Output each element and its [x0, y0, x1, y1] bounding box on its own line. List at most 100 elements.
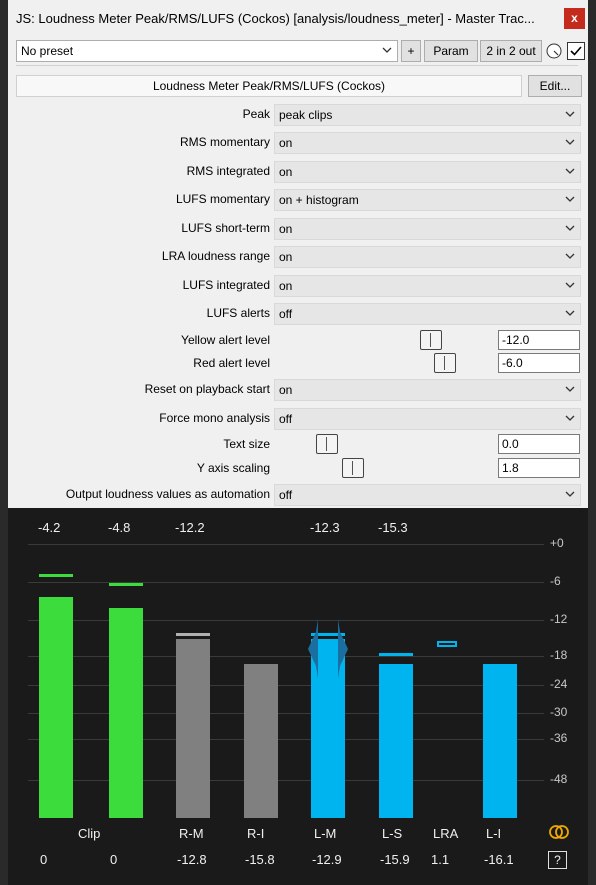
loudness-meter-display: +0 -6 -12 -18 -24 -30 -36 -48 -4.2 0 -4.8 0 -12.2 R-M… — [8, 508, 588, 885]
param-label: LUFS momentary — [175, 192, 270, 206]
param-label: RMS momentary — [179, 135, 270, 149]
edit-button[interactable]: Edit... — [528, 75, 582, 97]
add-preset-button[interactable]: + — [401, 40, 421, 62]
channel-value: -15.9 — [380, 852, 410, 867]
channel-peak-value: -4.8 — [108, 520, 131, 535]
param-dropdown[interactable]: off — [274, 484, 581, 506]
channel-value: 0 — [40, 852, 48, 867]
param-slider-thumb[interactable] — [434, 353, 456, 373]
param-slider-thumb[interactable] — [420, 330, 442, 350]
channel-peak-value: -12.2 — [175, 520, 205, 535]
param-dropdown[interactable]: on — [274, 218, 581, 240]
chevron-down-icon — [563, 191, 577, 207]
channel-label: LRA — [433, 826, 459, 841]
chevron-down-icon — [563, 134, 577, 150]
scale-gridline — [28, 739, 544, 740]
param-dropdown[interactable]: off — [274, 303, 581, 325]
param-value-input[interactable]: -12.0 — [498, 330, 580, 350]
param-label: Output loudness values as automation — [65, 487, 270, 501]
channel-peak-value: -15.3 — [378, 520, 408, 535]
enable-checkbox[interactable] — [567, 42, 585, 60]
io-routing-button[interactable]: 2 in 2 out — [480, 40, 542, 62]
scale-label: -24 — [550, 677, 568, 691]
meter-peak-marker — [379, 652, 413, 656]
param-value-input[interactable]: 1.8 — [498, 458, 580, 478]
scale-label: +0 — [550, 536, 564, 550]
param-dropdown-value: on — [279, 279, 293, 293]
channel-label: R-I — [247, 826, 265, 841]
scale-gridline — [28, 582, 544, 583]
param-button[interactable]: Param — [424, 40, 478, 62]
param-dropdown[interactable]: off — [274, 408, 581, 430]
toolbar-separator — [16, 65, 578, 66]
param-dropdown-value: on — [279, 383, 293, 397]
meter-bar — [39, 596, 73, 818]
param-label: LUFS alerts — [206, 306, 270, 320]
preset-dropdown[interactable]: No preset — [16, 40, 398, 62]
scale-gridline — [28, 544, 544, 545]
chevron-down-icon — [563, 106, 577, 122]
param-label: Force mono analysis — [159, 411, 270, 425]
bypass-knob-icon[interactable] — [545, 42, 563, 60]
channel-label: L-S — [382, 826, 403, 841]
help-button[interactable]: ? — [548, 851, 567, 869]
meter-peak-marker — [176, 633, 210, 637]
scale-gridline — [28, 713, 544, 714]
param-dropdown[interactable]: on — [274, 275, 581, 297]
chevron-down-icon — [563, 220, 577, 236]
chevron-down-icon — [563, 163, 577, 179]
scale-label: -36 — [550, 731, 568, 745]
meter-bar — [244, 664, 278, 818]
param-dropdown-value: on — [279, 165, 293, 179]
close-button[interactable]: x — [564, 8, 585, 29]
param-dropdown[interactable]: on — [274, 132, 581, 154]
param-dropdown[interactable]: on — [274, 161, 581, 183]
meter-peak-marker — [39, 574, 73, 578]
param-slider-thumb[interactable] — [316, 434, 338, 454]
link-rings-icon[interactable] — [548, 824, 570, 840]
param-dropdown[interactable]: on — [274, 246, 581, 268]
param-dropdown[interactable]: on + histogram — [274, 189, 581, 211]
param-dropdown-value: off — [279, 412, 293, 426]
meter-peak-marker — [109, 582, 143, 586]
param-value-text: -12.0 — [502, 333, 530, 347]
chevron-down-icon — [563, 410, 577, 426]
param-label: Text size — [223, 437, 270, 451]
scale-gridline — [28, 620, 544, 621]
channel-value: -15.8 — [245, 852, 275, 867]
channel-value: -12.9 — [312, 852, 342, 867]
channel-value: 0 — [110, 852, 118, 867]
scale-label: -30 — [550, 705, 568, 719]
checkmark-icon — [570, 46, 582, 56]
param-value-input[interactable]: 0.0 — [498, 434, 580, 454]
clip-label: Clip — [78, 826, 101, 841]
scale-label: -18 — [550, 648, 568, 662]
channel-label: L-M — [314, 826, 337, 841]
chevron-down-icon — [563, 381, 577, 397]
param-dropdown-value: on — [279, 222, 293, 236]
chevron-down-icon — [563, 277, 577, 293]
param-value-text: -6.0 — [502, 356, 523, 370]
chevron-down-icon — [563, 305, 577, 321]
scale-gridline — [28, 780, 544, 781]
param-slider-thumb[interactable] — [342, 458, 364, 478]
param-value-input[interactable]: -6.0 — [498, 353, 580, 373]
param-label: Peak — [242, 107, 270, 121]
lra-range-marker — [437, 641, 457, 647]
preset-value: No preset — [21, 44, 74, 58]
meter-bar — [379, 664, 413, 818]
channel-value: -12.8 — [177, 852, 207, 867]
scale-gridline — [28, 656, 544, 657]
param-label: Yellow alert level — [181, 333, 270, 347]
param-dropdown[interactable]: on — [274, 379, 581, 401]
param-dropdown-value: off — [279, 307, 293, 321]
param-label: Y axis scaling — [196, 461, 270, 475]
param-label: LUFS integrated — [182, 278, 270, 292]
window-title: JS: Loudness Meter Peak/RMS/LUFS (Cockos… — [16, 11, 535, 26]
scale-label: -48 — [550, 772, 568, 786]
chevron-down-icon — [380, 42, 394, 58]
chevron-down-icon — [563, 486, 577, 502]
title-bar[interactable]: JS: Loudness Meter Peak/RMS/LUFS (Cockos… — [8, 0, 588, 38]
channel-value: -16.1 — [484, 852, 514, 867]
param-dropdown[interactable]: peak clips — [274, 104, 581, 126]
